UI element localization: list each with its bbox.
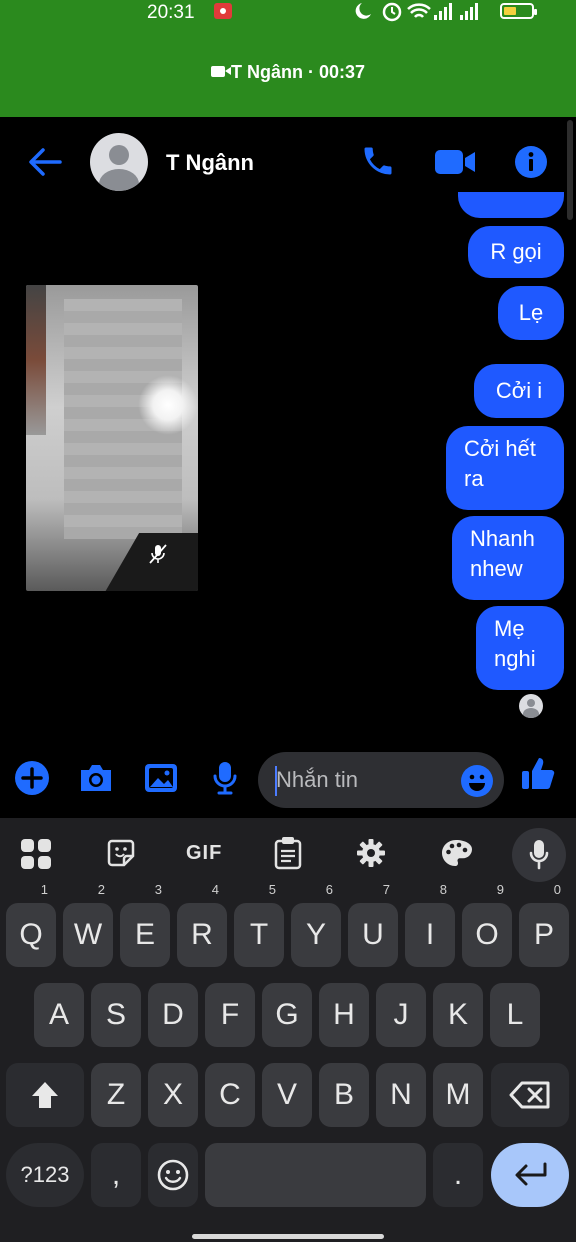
message-text-line: Nhanh (470, 526, 535, 551)
space-key[interactable] (205, 1143, 426, 1207)
key-r[interactable]: R4 (177, 883, 227, 967)
thumbs-up-icon[interactable] (520, 754, 556, 792)
key-y[interactable]: Y6 (291, 883, 341, 967)
key-f[interactable]: F (205, 983, 255, 1047)
symbols-key[interactable]: ?123 (6, 1143, 84, 1207)
palette-icon[interactable] (440, 838, 472, 868)
camera-icon[interactable] (78, 762, 114, 794)
key-n[interactable]: N (376, 1063, 426, 1127)
message-bubble[interactable]: Cởi i (474, 364, 564, 418)
status-time: 20:31 (147, 2, 195, 23)
apps-grid-icon[interactable] (20, 838, 52, 870)
key-p[interactable]: P0 (519, 883, 569, 967)
key-b[interactable]: B (319, 1063, 369, 1127)
backspace-key[interactable] (491, 1063, 569, 1127)
key-g[interactable]: G (262, 983, 312, 1047)
key-e[interactable]: E3 (120, 883, 170, 967)
emoji-icon (157, 1159, 189, 1191)
self-video-preview[interactable] (26, 285, 198, 591)
gif-button[interactable]: GIF (186, 842, 222, 865)
key-k[interactable]: K (433, 983, 483, 1047)
back-arrow-icon[interactable] (28, 147, 62, 177)
info-icon[interactable] (514, 145, 548, 179)
key-i[interactable]: I8 (405, 883, 455, 967)
status-bar: 20:31 T Ngânn · 00:37 (0, 0, 576, 117)
message-text: R gọi (490, 239, 542, 264)
comma-key[interactable]: , (91, 1143, 141, 1207)
message-bubble[interactable]: Lẹ (498, 286, 564, 340)
key-d[interactable]: D (148, 983, 198, 1047)
contact-name[interactable]: T Ngânn (166, 150, 254, 176)
key-v[interactable]: V (262, 1063, 312, 1127)
seen-receipt-avatar (519, 694, 543, 718)
key-s[interactable]: S (91, 983, 141, 1047)
key-x[interactable]: X (148, 1063, 198, 1127)
message-text-line: ra (464, 466, 484, 491)
period-key[interactable]: . (433, 1143, 483, 1207)
message-text-line: nhew (470, 556, 523, 581)
key-a[interactable]: A (34, 983, 84, 1047)
message-text-line: Cởi hết (464, 436, 536, 461)
key-h[interactable]: H (319, 983, 369, 1047)
key-q[interactable]: Q1 (6, 883, 56, 967)
message-text: Lẹ (518, 300, 544, 325)
sticker-icon[interactable] (106, 838, 136, 868)
key-w[interactable]: W2 (63, 883, 113, 967)
video-call-icon[interactable] (434, 147, 476, 177)
key-m[interactable]: M (433, 1063, 483, 1127)
phone-icon[interactable] (360, 143, 396, 179)
message-bubble[interactable]: Cởi hết ra (446, 426, 564, 510)
mic-icon[interactable] (212, 760, 238, 796)
home-indicator[interactable] (192, 1234, 384, 1239)
key-t[interactable]: T5 (234, 883, 284, 967)
message-text-line: Mẹ (494, 616, 525, 641)
video-camera-icon (210, 66, 231, 77)
message-bubble-partial (458, 192, 564, 218)
message-bubble[interactable]: Nhanh nhew (452, 516, 564, 600)
call-banner-text: T Ngânn · 00:37 (230, 62, 366, 82)
key-z[interactable]: Z (91, 1063, 141, 1127)
key-u[interactable]: U7 (348, 883, 398, 967)
message-text-line: nghi (494, 646, 536, 671)
scroll-indicator (567, 120, 573, 220)
enter-icon (515, 1162, 547, 1186)
message-bubble[interactable]: R gọi (468, 226, 564, 278)
screen-record-icon (214, 3, 232, 19)
key-o[interactable]: O9 (462, 883, 512, 967)
shift-icon (32, 1082, 58, 1108)
key-j[interactable]: J (376, 983, 426, 1047)
emoji-key[interactable] (148, 1143, 198, 1207)
text-caret (275, 766, 277, 796)
image-icon[interactable] (144, 762, 178, 794)
enter-key[interactable] (491, 1143, 569, 1207)
mic-icon (529, 840, 549, 870)
mic-muted-icon (149, 544, 167, 564)
contact-avatar[interactable] (90, 133, 148, 191)
clipboard-icon[interactable] (274, 836, 302, 870)
status-indicators-icon (355, 2, 478, 22)
plus-icon[interactable] (14, 760, 50, 796)
key-c[interactable]: C (205, 1063, 255, 1127)
backspace-icon (509, 1081, 550, 1109)
shift-key[interactable] (6, 1063, 84, 1127)
key-l[interactable]: L (490, 983, 540, 1047)
ongoing-call-banner[interactable]: T Ngânn · 00:37 (0, 62, 576, 83)
voice-typing-button[interactable] (512, 828, 566, 882)
message-text: Cởi i (495, 378, 543, 403)
emoji-icon[interactable] (460, 764, 494, 798)
battery-icon (500, 3, 537, 19)
message-bubble[interactable]: Mẹ nghi (476, 606, 564, 690)
gear-icon[interactable] (356, 838, 386, 868)
